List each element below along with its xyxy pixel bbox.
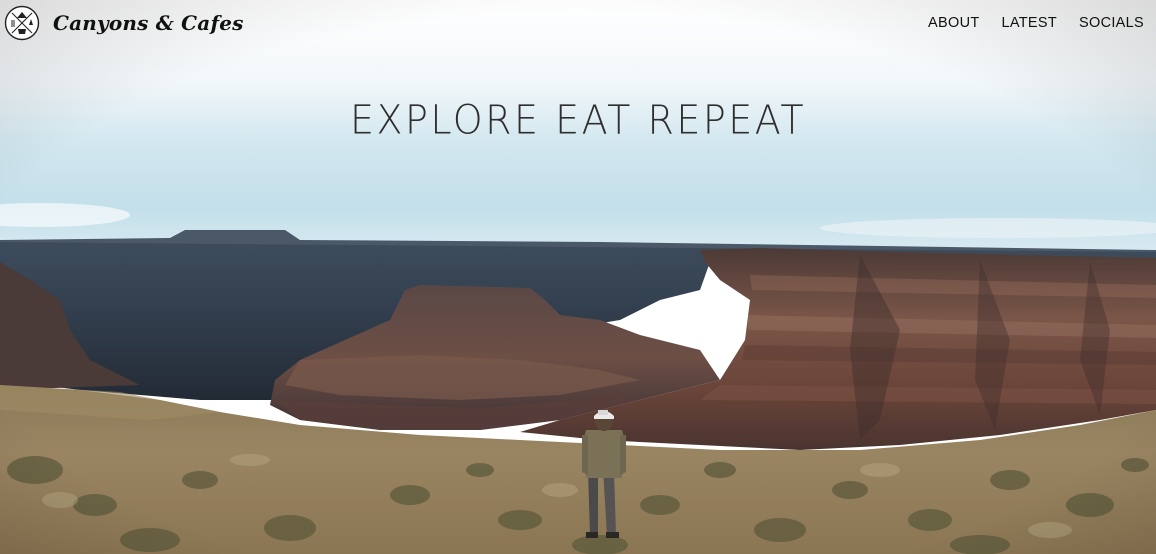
compass-logo-icon — [4, 5, 40, 41]
nav-links: ABOUT LATEST SOCIALS — [928, 15, 1144, 31]
nav-link-socials[interactable]: SOCIALS — [1079, 15, 1144, 31]
nav-link-latest[interactable]: LATEST — [1002, 15, 1058, 31]
page: Canyons & Cafes ABOUT LATEST SOCIALS EXP… — [0, 0, 1156, 554]
hero-title: EXPLORE EAT REPEAT — [349, 96, 807, 144]
hero-background-image — [0, 0, 1156, 554]
nav-link-about[interactable]: ABOUT — [928, 15, 979, 31]
brand-name: Canyons & Cafes — [53, 11, 244, 35]
brand-home-link[interactable]: Canyons & Cafes — [4, 5, 244, 41]
navbar: Canyons & Cafes ABOUT LATEST SOCIALS — [0, 0, 1156, 46]
